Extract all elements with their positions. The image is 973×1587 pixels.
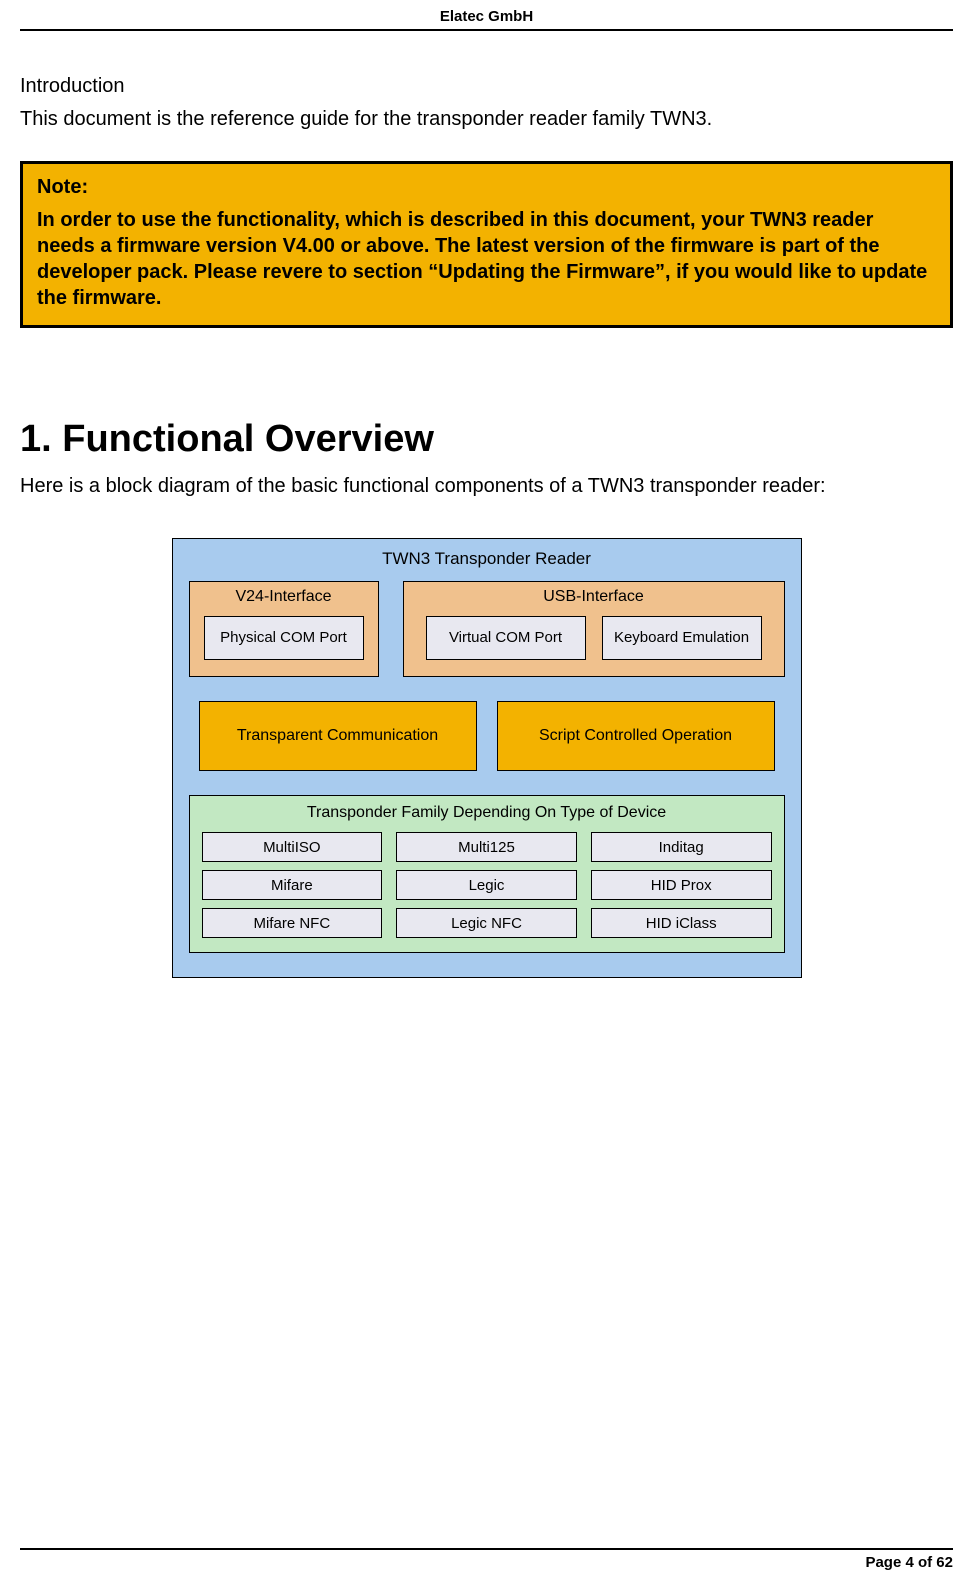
family-title: Transponder Family Depending On Type of … (202, 804, 772, 822)
family-cell: MultiISO (202, 832, 383, 862)
transparent-communication: Transparent Communication (199, 701, 477, 771)
section-intro-text: Here is a block diagram of the basic fun… (20, 475, 953, 498)
usb-port-row: Virtual COM Port Keyboard Emulation (414, 616, 774, 660)
note-box: Note: In order to use the functionality,… (20, 161, 953, 328)
keyboard-emulation: Keyboard Emulation (602, 616, 762, 660)
family-cell: HID iClass (591, 908, 772, 938)
interface-row: V24-Interface Physical COM Port USB-Inte… (189, 581, 785, 677)
usb-label: USB-Interface (414, 588, 774, 606)
block-diagram: TWN3 Transponder Reader V24-Interface Ph… (172, 538, 802, 978)
usb-interface-box: USB-Interface Virtual COM Port Keyboard … (403, 581, 785, 677)
virtual-com-port: Virtual COM Port (426, 616, 586, 660)
diagram-title: TWN3 Transponder Reader (189, 539, 785, 581)
mode-row: Transparent Communication Script Control… (189, 701, 785, 771)
note-body: In order to use the functionality, which… (37, 207, 936, 311)
family-cell: Mifare (202, 870, 383, 900)
page-header: Elatec GmbH (20, 0, 953, 31)
family-grid: MultiISO Multi125 Inditag Mifare Legic H… (202, 832, 772, 938)
page-footer: Page 4 of 62 (20, 1548, 953, 1571)
family-cell: HID Prox (591, 870, 772, 900)
family-cell: Multi125 (396, 832, 577, 862)
v24-label: V24-Interface (200, 588, 368, 606)
family-cell: Legic NFC (396, 908, 577, 938)
family-cell: Inditag (591, 832, 772, 862)
page-content: Introduction This document is the refere… (0, 31, 973, 978)
intro-label: Introduction (20, 75, 953, 98)
note-title: Note: (37, 176, 936, 199)
family-cell: Legic (396, 870, 577, 900)
v24-port-row: Physical COM Port (200, 616, 368, 660)
physical-com-port: Physical COM Port (204, 616, 364, 660)
diagram-wrap: TWN3 Transponder Reader V24-Interface Ph… (20, 538, 953, 978)
intro-text: This document is the reference guide for… (20, 108, 953, 131)
transponder-family-box: Transponder Family Depending On Type of … (189, 795, 785, 953)
family-cell: Mifare NFC (202, 908, 383, 938)
v24-interface-box: V24-Interface Physical COM Port (189, 581, 379, 677)
script-controlled-operation: Script Controlled Operation (497, 701, 775, 771)
section-heading: 1. Functional Overview (20, 418, 953, 461)
